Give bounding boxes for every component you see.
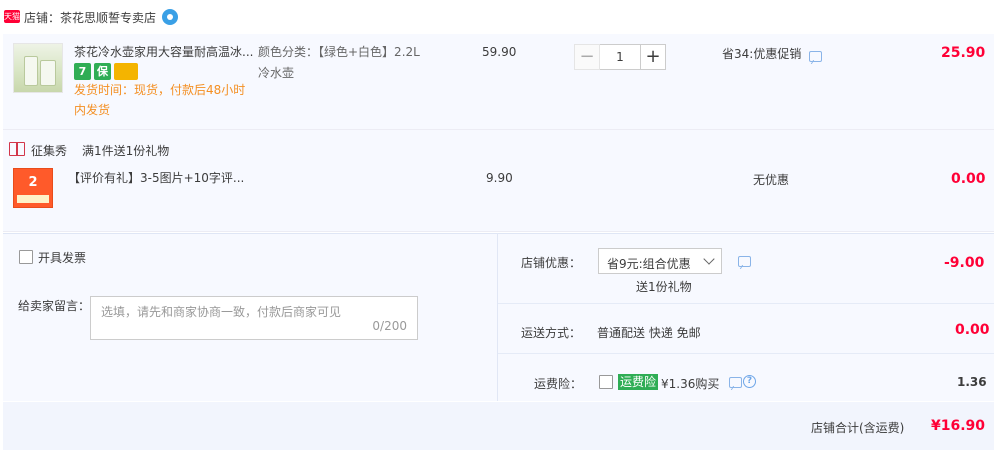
item-discount-text: 省34:优惠促销 <box>722 47 802 61</box>
product-thumbnail[interactable] <box>13 43 63 93</box>
chevron-down-icon <box>703 253 715 265</box>
shipping-amount: 0.00 <box>955 322 990 338</box>
shop-name-link[interactable]: 店铺：茶花思顺誓专卖店 <box>24 9 156 26</box>
shop-discount-select[interactable]: 省9元:组合优惠 <box>598 248 722 274</box>
gift-thumbnail[interactable]: 2 <box>13 168 53 208</box>
sku-attributes: 颜色分类：【绿色+白色】2.2L <box>258 45 420 59</box>
seven-day-return-icon: 7 <box>74 63 91 80</box>
shop-total-label: 店铺合计(含运费) <box>811 421 905 435</box>
credit-card-icon <box>114 63 138 80</box>
discount-info-icon[interactable] <box>738 256 751 267</box>
help-icon[interactable]: ? <box>743 375 756 388</box>
gift-subtotal: 0.00 <box>951 171 986 187</box>
insurance-checkbox[interactable] <box>599 375 613 389</box>
shop-discount-label: 店铺优惠： <box>521 256 582 270</box>
message-label: 给卖家留言： <box>18 299 91 313</box>
tmall-badge: 天猫 <box>4 10 20 23</box>
message-placeholder: 选填，请先和商家协商一致，付款后商家可见 <box>101 305 342 319</box>
shop-total-amount: ¥16.90 <box>931 418 986 434</box>
sku-attributes-cont: 冷水壶 <box>258 66 295 80</box>
discount-info-icon[interactable] <box>809 51 822 62</box>
quantity-stepper: − 1 + <box>574 44 666 70</box>
shipping-time-note: 发货时间：现货，付款后48小时内发货 <box>74 83 246 117</box>
gift-note: 送1份礼物 <box>636 280 692 294</box>
shop-discount-amount: -9.00 <box>944 255 985 271</box>
decrease-quantity-button[interactable]: − <box>574 44 600 70</box>
panel-divider <box>497 233 498 401</box>
insurance-tag: 运费险 <box>618 374 659 390</box>
seller-message-input[interactable]: 选填，请先和商家协商一致，付款后商家可见 0/200 <box>90 296 418 340</box>
shipping-method: 普通配送 快递 免邮 <box>597 326 701 340</box>
section-divider <box>498 353 994 354</box>
shop-discount-selected: 省9元:组合优惠 <box>607 257 691 271</box>
increase-quantity-button[interactable]: + <box>640 44 666 70</box>
gift-thumbnail-band <box>17 195 49 203</box>
chat-with-seller-icon[interactable] <box>162 9 178 25</box>
invoice-label: 开具发票 <box>38 251 87 265</box>
section-divider <box>498 303 994 304</box>
gift-thumbnail-label: 2 <box>28 175 38 190</box>
item-subtotal: 25.90 <box>941 45 986 61</box>
shipping-label: 运送方式： <box>521 326 582 340</box>
gift-discount-text: 无优惠 <box>753 173 790 187</box>
promotion-text: 满1件送1份礼物 <box>82 144 170 158</box>
message-char-count: 0/200 <box>372 319 407 333</box>
guarantee-icon: 保 <box>94 63 111 80</box>
product-title-link[interactable]: 茶花冷水壶家用大容量耐高温冰... <box>74 44 253 60</box>
insurance-amount: 1.36 <box>957 375 987 389</box>
insurance-price: ¥1.36购买 <box>661 377 720 391</box>
insurance-label: 运费险： <box>534 377 583 391</box>
gift-title-link[interactable]: 【评价有礼】3-5图片+10字评... <box>68 170 244 186</box>
invoice-checkbox[interactable] <box>19 250 33 264</box>
quantity-input[interactable]: 1 <box>600 44 640 70</box>
gift-unit-price: 9.90 <box>486 171 513 185</box>
unit-price: 59.90 <box>482 45 517 59</box>
gift-icon <box>9 142 25 156</box>
promotion-tag: 征集秀 <box>31 144 68 158</box>
insurance-info-icon[interactable] <box>729 377 742 388</box>
